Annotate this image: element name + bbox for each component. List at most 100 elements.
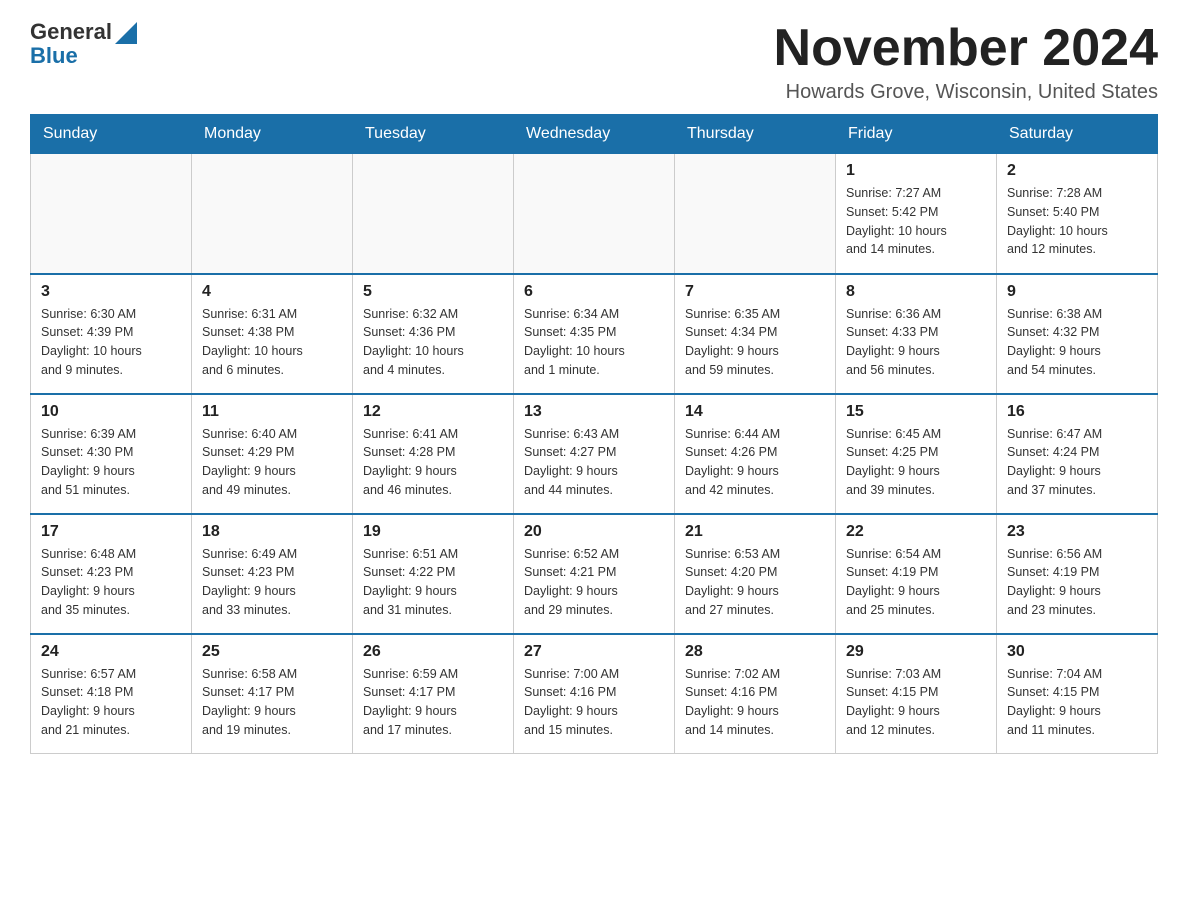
calendar-cell: 11Sunrise: 6:40 AM Sunset: 4:29 PM Dayli… [192,394,353,514]
calendar-cell: 25 Sunrise: 6:58 AM Sunset: 4:17 PM Dayli… [192,634,353,754]
day-info: Sunrise: 6:40 AM Sunset: 4:29 PM Dayligh… [202,425,342,500]
day-info: Sunrise: 6:44 AM Sunset: 4:26 PM Dayligh… [685,425,825,500]
calendar-cell: 17Sunrise: 6:48 AM Sunset: 4:23 PM Dayli… [31,514,192,634]
logo-blue-text: Blue [30,43,78,68]
calendar-cell [192,154,353,274]
weekday-header-thursday: Thursday [675,115,836,154]
calendar-cell: 3 Sunrise: 6:30 AM Sunset: 4:39 PM Daylig… [31,274,192,394]
calendar-cell: 5Sunrise: 6:32 AM Sunset: 4:36 PM Daylig… [353,274,514,394]
day-number: 15 [846,403,986,421]
day-info: Sunrise: 6:45 AM Sunset: 4:25 PM Dayligh… [846,425,986,500]
day-number: 30 [1007,643,1147,661]
day-number: 21 [685,523,825,541]
day-number: 3 [41,283,181,301]
calendar-week-row: 10 Sunrise: 6:39 AM Sunset: 4:30 PM Dayli… [31,394,1158,514]
day-number: 28 [685,643,825,661]
calendar-table: SundayMondayTuesdayWednesdayThursdayFrid… [30,114,1158,754]
day-number: 29 [846,643,986,661]
calendar-cell: 14 Sunrise: 6:44 AM Sunset: 4:26 PM Dayli… [675,394,836,514]
title-section: November 2024 Howards Grove, Wisconsin, … [774,20,1158,104]
day-number: 27 [524,643,664,661]
day-info: Sunrise: 6:59 AM Sunset: 4:17 PM Dayligh… [363,665,503,740]
calendar-cell: 28 Sunrise: 7:02 AM Sunset: 4:16 PM Dayli… [675,634,836,754]
month-title: November 2024 [774,20,1158,77]
day-number: 1 [846,162,986,180]
day-number: 2 [1007,162,1147,180]
calendar-cell: 10 Sunrise: 6:39 AM Sunset: 4:30 PM Dayli… [31,394,192,514]
calendar-cell: 6Sunrise: 6:34 AM Sunset: 4:35 PM Daylig… [514,274,675,394]
day-info: Sunrise: 6:48 AM Sunset: 4:23 PM Dayligh… [41,545,181,620]
calendar-cell [31,154,192,274]
calendar-cell: 9 Sunrise: 6:38 AM Sunset: 4:32 PM Daylig… [997,274,1158,394]
weekday-header-saturday: Saturday [997,115,1158,154]
calendar-cell: 27Sunrise: 7:00 AM Sunset: 4:16 PM Dayli… [514,634,675,754]
day-info: Sunrise: 6:57 AM Sunset: 4:18 PM Dayligh… [41,665,181,740]
logo-general-text: General [30,20,112,44]
weekday-header-sunday: Sunday [31,115,192,154]
calendar-cell [675,154,836,274]
day-info: Sunrise: 6:52 AM Sunset: 4:21 PM Dayligh… [524,545,664,620]
calendar-header-row: SundayMondayTuesdayWednesdayThursdayFrid… [31,115,1158,154]
calendar-cell: 13 Sunrise: 6:43 AM Sunset: 4:27 PM Dayli… [514,394,675,514]
calendar-cell: 21 Sunrise: 6:53 AM Sunset: 4:20 PM Dayli… [675,514,836,634]
day-number: 20 [524,523,664,541]
calendar-cell: 24Sunrise: 6:57 AM Sunset: 4:18 PM Dayli… [31,634,192,754]
day-info: Sunrise: 6:58 AM Sunset: 4:17 PM Dayligh… [202,665,342,740]
calendar-cell: 12Sunrise: 6:41 AM Sunset: 4:28 PM Dayli… [353,394,514,514]
calendar-cell: 26 Sunrise: 6:59 AM Sunset: 4:17 PM Dayli… [353,634,514,754]
calendar-cell: 30 Sunrise: 7:04 AM Sunset: 4:15 PM Dayli… [997,634,1158,754]
day-number: 26 [363,643,503,661]
day-info: Sunrise: 7:03 AM Sunset: 4:15 PM Dayligh… [846,665,986,740]
day-info: Sunrise: 6:43 AM Sunset: 4:27 PM Dayligh… [524,425,664,500]
day-number: 23 [1007,523,1147,541]
day-number: 14 [685,403,825,421]
weekday-header-tuesday: Tuesday [353,115,514,154]
day-number: 9 [1007,283,1147,301]
calendar-cell: 1 Sunrise: 7:27 AM Sunset: 5:42 PM Daylig… [836,154,997,274]
calendar-cell: 15 Sunrise: 6:45 AM Sunset: 4:25 PM Dayli… [836,394,997,514]
day-number: 10 [41,403,181,421]
calendar-cell [353,154,514,274]
calendar-cell: 16 Sunrise: 6:47 AM Sunset: 4:24 PM Dayli… [997,394,1158,514]
calendar-cell: 19Sunrise: 6:51 AM Sunset: 4:22 PM Dayli… [353,514,514,634]
day-number: 13 [524,403,664,421]
day-info: Sunrise: 7:02 AM Sunset: 4:16 PM Dayligh… [685,665,825,740]
day-info: Sunrise: 7:28 AM Sunset: 5:40 PM Dayligh… [1007,184,1147,259]
calendar-cell: 20 Sunrise: 6:52 AM Sunset: 4:21 PM Dayli… [514,514,675,634]
day-info: Sunrise: 6:53 AM Sunset: 4:20 PM Dayligh… [685,545,825,620]
calendar-cell: 18 Sunrise: 6:49 AM Sunset: 4:23 PM Dayli… [192,514,353,634]
calendar-cell [514,154,675,274]
calendar-cell: 22 Sunrise: 6:54 AM Sunset: 4:19 PM Dayli… [836,514,997,634]
day-info: Sunrise: 6:54 AM Sunset: 4:19 PM Dayligh… [846,545,986,620]
day-number: 16 [1007,403,1147,421]
calendar-week-row: 3 Sunrise: 6:30 AM Sunset: 4:39 PM Daylig… [31,274,1158,394]
day-number: 22 [846,523,986,541]
calendar-cell: 29 Sunrise: 7:03 AM Sunset: 4:15 PM Dayli… [836,634,997,754]
day-info: Sunrise: 6:38 AM Sunset: 4:32 PM Dayligh… [1007,305,1147,380]
day-info: Sunrise: 6:30 AM Sunset: 4:39 PM Dayligh… [41,305,181,380]
day-info: Sunrise: 6:35 AM Sunset: 4:34 PM Dayligh… [685,305,825,380]
calendar-cell: 8Sunrise: 6:36 AM Sunset: 4:33 PM Daylig… [836,274,997,394]
location-subtitle: Howards Grove, Wisconsin, United States [774,81,1158,104]
calendar-cell: 23 Sunrise: 6:56 AM Sunset: 4:19 PM Dayli… [997,514,1158,634]
day-number: 19 [363,523,503,541]
weekday-header-monday: Monday [192,115,353,154]
day-number: 18 [202,523,342,541]
day-info: Sunrise: 6:56 AM Sunset: 4:19 PM Dayligh… [1007,545,1147,620]
day-info: Sunrise: 7:27 AM Sunset: 5:42 PM Dayligh… [846,184,986,259]
calendar-cell: 2 Sunrise: 7:28 AM Sunset: 5:40 PM Daylig… [997,154,1158,274]
day-info: Sunrise: 6:36 AM Sunset: 4:33 PM Dayligh… [846,305,986,380]
day-info: Sunrise: 6:39 AM Sunset: 4:30 PM Dayligh… [41,425,181,500]
day-info: Sunrise: 6:34 AM Sunset: 4:35 PM Dayligh… [524,305,664,380]
day-info: Sunrise: 6:49 AM Sunset: 4:23 PM Dayligh… [202,545,342,620]
logo: General Blue [30,20,137,68]
day-info: Sunrise: 6:47 AM Sunset: 4:24 PM Dayligh… [1007,425,1147,500]
day-info: Sunrise: 7:04 AM Sunset: 4:15 PM Dayligh… [1007,665,1147,740]
calendar-week-row: 1 Sunrise: 7:27 AM Sunset: 5:42 PM Daylig… [31,154,1158,274]
day-number: 5 [363,283,503,301]
day-number: 4 [202,283,342,301]
day-number: 25 [202,643,342,661]
day-number: 12 [363,403,503,421]
weekday-header-wednesday: Wednesday [514,115,675,154]
calendar-week-row: 24Sunrise: 6:57 AM Sunset: 4:18 PM Dayli… [31,634,1158,754]
